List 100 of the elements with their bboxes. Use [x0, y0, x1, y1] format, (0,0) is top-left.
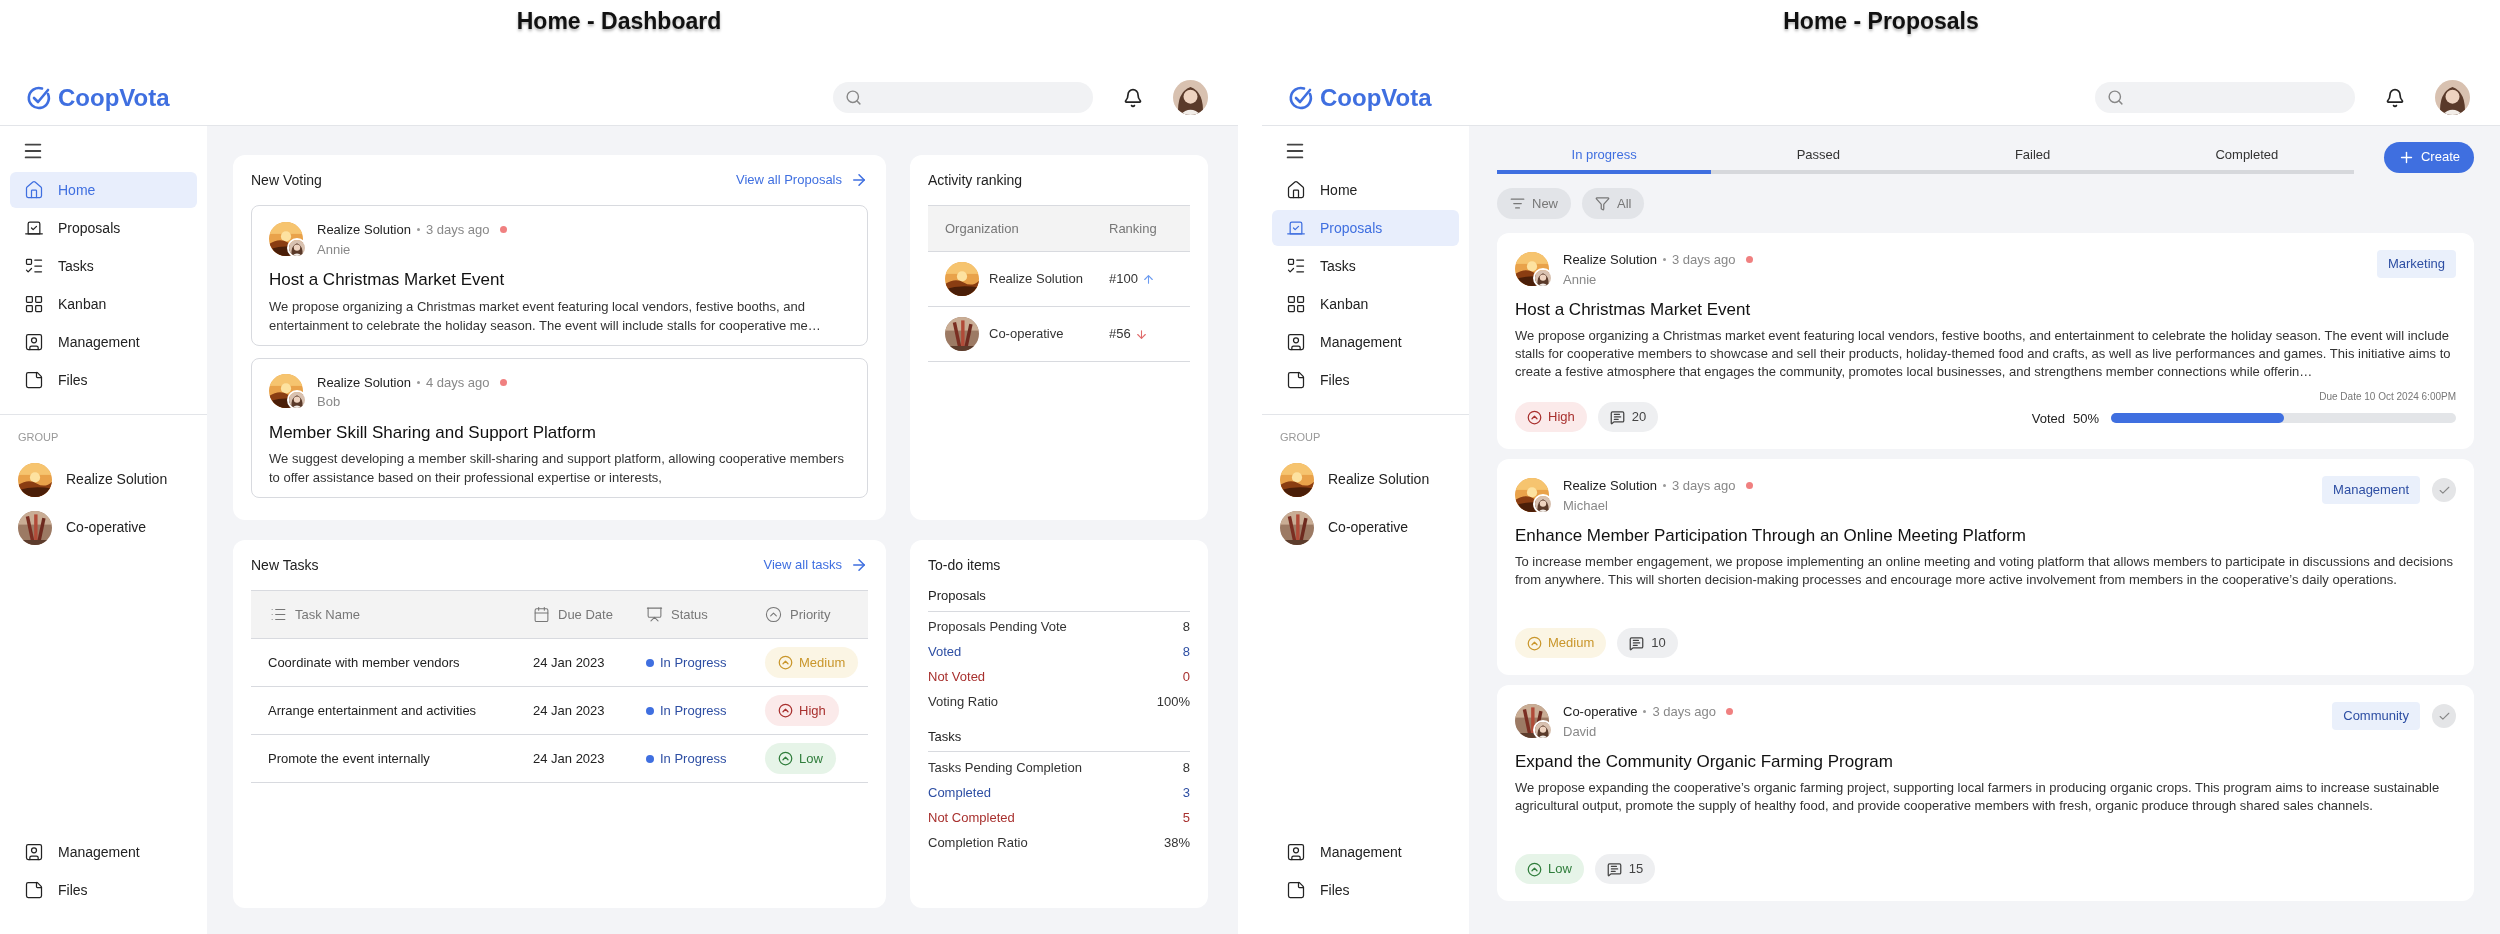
group-item[interactable]: Realize Solution	[18, 455, 189, 504]
priority-badge: Low	[1515, 854, 1584, 884]
comment-count: 15	[1594, 854, 1656, 884]
proposal-card[interactable]	[1497, 685, 2474, 901]
note-icon	[1286, 880, 1306, 900]
tab[interactable]: Completed	[2139, 140, 2354, 174]
author-name: David	[1563, 722, 1598, 741]
tab[interactable]: Failed	[1925, 140, 2140, 174]
proposal-card[interactable]	[251, 205, 868, 346]
sort-lines-icon	[1510, 196, 1525, 211]
avatar-icon	[2435, 80, 2470, 115]
card-title: New Voting	[251, 170, 322, 190]
funnel-icon	[1595, 196, 1610, 211]
nav-item[interactable]: Management	[10, 834, 197, 870]
column-header: Ranking	[1109, 219, 1158, 238]
user-card-icon	[1286, 332, 1306, 352]
organization-name: Realize Solution	[1563, 477, 1657, 495]
todo-label: Not Voted	[928, 668, 986, 687]
proposal-title: Host a Christmas Market Event	[1515, 299, 1752, 321]
proposal-card[interactable]	[1497, 459, 2474, 675]
todo-value: 0	[1182, 668, 1190, 687]
organization-name: Realize Solution	[317, 221, 411, 239]
priority-icon	[1527, 861, 1542, 877]
avatar-icon	[1173, 80, 1208, 115]
user-card-icon	[24, 332, 44, 352]
author-name: Annie	[317, 240, 352, 259]
group-item[interactable]: Realize Solution	[1280, 455, 1451, 504]
filter-button[interactable]: New	[1497, 188, 1571, 219]
priority-badge: Medium	[1515, 628, 1607, 658]
group-item[interactable]: Co-operative	[1280, 503, 1451, 552]
task-status: In Progress	[660, 749, 727, 768]
todo-label: Voted	[928, 643, 962, 662]
category-tag: Marketing	[2376, 250, 2456, 278]
comment-icon	[1629, 635, 1645, 651]
task-name: Coordinate with member vendors	[268, 653, 461, 672]
nav-item[interactable]: Files	[1272, 362, 1459, 398]
organization-name: Realize Solution	[1563, 251, 1657, 269]
nav-item[interactable]: Home	[10, 172, 197, 208]
proposal-title: Host a Christmas Market Event	[269, 269, 506, 291]
logo-icon	[26, 84, 52, 111]
todo-value: 38%	[1163, 833, 1190, 852]
priority-icon	[778, 703, 793, 718]
avatar-icon	[1535, 269, 1551, 286]
column-header: Organization	[945, 219, 1020, 238]
nav-item[interactable]: Proposals	[1272, 210, 1459, 246]
screen-caption: Home - Dashboard	[516, 7, 722, 36]
category-tag: Community	[2332, 702, 2420, 730]
filter-button[interactable]: All	[1582, 188, 1645, 219]
comment-icon	[1609, 409, 1625, 425]
notification-icon[interactable]	[1123, 87, 1143, 108]
author-name: Bob	[317, 393, 342, 411]
author-name: Annie	[1563, 270, 1598, 289]
create-button[interactable]: Create	[2383, 141, 2474, 173]
group-label: GROUP	[18, 430, 60, 445]
nav-item[interactable]: Kanban	[1272, 286, 1459, 322]
nav-item[interactable]: Files	[1272, 872, 1459, 908]
nav-item[interactable]: Files	[10, 362, 197, 398]
ranking-value: #56	[1109, 325, 1131, 344]
nav-item[interactable]: Proposals	[10, 210, 197, 246]
nav-item[interactable]: Management	[1272, 834, 1459, 870]
view-all-link[interactable]: View all Proposals	[736, 170, 868, 190]
arrow-right-icon	[850, 171, 868, 189]
nav-item[interactable]: Tasks	[10, 248, 197, 284]
group-item[interactable]: Co-operative	[18, 503, 189, 552]
avatar-icon	[289, 392, 305, 408]
due-date: 24 Jan 2023	[533, 701, 606, 720]
nav-item[interactable]: Tasks	[1272, 248, 1459, 284]
priority-icon	[778, 751, 793, 766]
card-title: New Tasks	[251, 555, 319, 575]
author-name: Michael	[1563, 496, 1609, 515]
post-time: 3 days ago	[425, 221, 490, 239]
column-header: Status	[671, 605, 708, 624]
search-field[interactable]	[2095, 82, 2355, 113]
notification-icon[interactable]	[2385, 87, 2405, 108]
user-card-icon	[24, 842, 44, 862]
tab[interactable]: In progress	[1497, 140, 1712, 174]
tab[interactable]: Passed	[1711, 140, 1926, 174]
presentation-icon	[646, 606, 663, 623]
ranking-value: #100	[1109, 270, 1138, 289]
nav-item[interactable]: Kanban	[10, 286, 197, 322]
proposal-card[interactable]	[1497, 233, 2474, 449]
todo-label: Proposals Pending Vote	[928, 618, 1067, 637]
nav-item[interactable]: Files	[10, 872, 197, 908]
nav-item[interactable]: Management	[10, 324, 197, 360]
todo-label: Not Completed	[928, 808, 1015, 827]
proposal-description: We propose organizing a Christmas market event featuring local vendors, festive booths, and entertainment to celebrate the holiday season. The event will include stalls for cooperative members to showcase and sell their products, holiday-themed food and crafts, as well as live performances and games. This initiative aims to create a festive atmosphere that engages the community, promotes local businesses, and strengthens member connections while offerin…	[1515, 326, 2452, 381]
todo-value: 5	[1182, 808, 1190, 827]
column-header: Task Name	[295, 605, 361, 624]
nav-item[interactable]: Home	[1272, 172, 1459, 208]
proposal-card[interactable]	[251, 357, 868, 498]
brand-name: CoopVota	[58, 82, 170, 113]
view-all-link[interactable]: View all tasks	[763, 555, 868, 575]
priority-badge: High	[765, 695, 839, 726]
search-icon	[845, 89, 862, 106]
calendar-icon	[533, 606, 550, 623]
note-icon	[1286, 370, 1306, 390]
chevron-up-circle-icon	[765, 606, 782, 623]
priority-icon	[1527, 409, 1542, 425]
nav-item[interactable]: Management	[1272, 324, 1459, 360]
search-field[interactable]	[833, 82, 1093, 113]
